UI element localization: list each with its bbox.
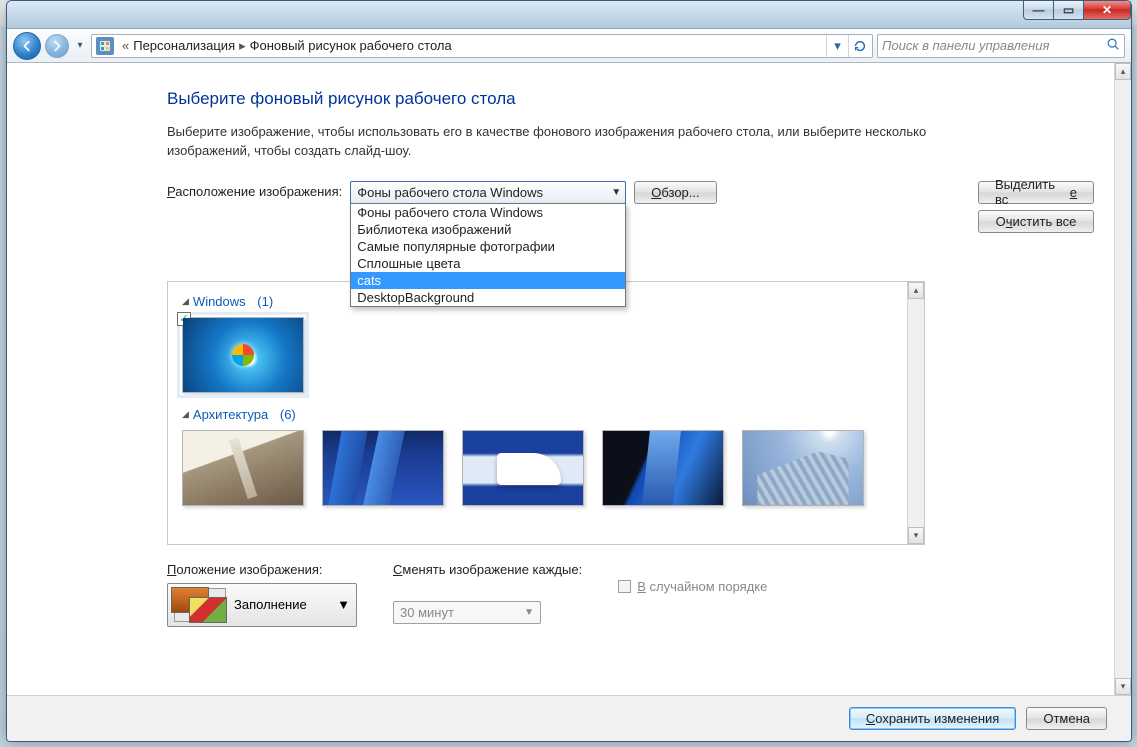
location-option[interactable]: Сплошные цвета <box>351 255 625 272</box>
location-option[interactable]: Фоны рабочего стола Windows <box>351 204 625 221</box>
scroll-down-button[interactable]: ▾ <box>908 527 924 544</box>
category-architecture[interactable]: ◢Архитектура (6) <box>182 407 893 422</box>
close-button[interactable]: ✕ <box>1083 0 1131 20</box>
wallpaper-image <box>743 431 863 505</box>
minimize-button[interactable]: — <box>1023 0 1053 20</box>
random-label: В случайном порядке <box>637 579 767 594</box>
wallpaper-thumb[interactable] <box>462 430 584 506</box>
navigation-bar: ▾ « Персонализация ▸ Фоновый рисунок раб… <box>7 29 1131 63</box>
forward-button[interactable] <box>45 34 69 58</box>
footer-bar: Сохранить изменения Отмена <box>7 695 1131 741</box>
maximize-button[interactable]: ▭ <box>1053 0 1083 20</box>
interval-label: Сменять изображение каждые: <box>393 559 582 577</box>
scroll-down-button[interactable]: ▾ <box>1115 678 1131 695</box>
wallpaper-image <box>323 431 443 505</box>
breadcrumb-sep-icon: « <box>122 38 129 53</box>
wallpaper-thumb[interactable] <box>182 430 304 506</box>
position-label: Положение изображения: <box>167 559 357 577</box>
location-label: Расположение изображения: <box>167 181 342 199</box>
chevron-down-icon: ▼ <box>611 187 621 198</box>
collapse-icon: ◢ <box>182 409 189 420</box>
page-description: Выберите изображение, чтобы использовать… <box>167 123 927 161</box>
search-placeholder: Поиск в панели управления <box>882 38 1049 53</box>
location-dropdown: Фоны рабочего стола Windows Библиотека и… <box>350 203 626 307</box>
chevron-down-icon: ▼ <box>337 597 350 612</box>
wallpaper-gallery: ◢Windows (1) ✓ ◢Архитектура (6) <box>167 281 925 545</box>
history-dropdown[interactable]: ▾ <box>73 36 87 56</box>
location-value: Фоны рабочего стола Windows <box>357 185 543 200</box>
random-order-option: В случайном порядке <box>618 559 767 594</box>
collapse-icon: ◢ <box>182 296 189 307</box>
wallpaper-image <box>183 318 303 392</box>
cancel-button[interactable]: Отмена <box>1026 707 1107 730</box>
titlebar: — ▭ ✕ <box>7 1 1131 29</box>
control-panel-icon <box>96 37 114 55</box>
position-value: Заполнение <box>234 597 329 612</box>
wallpaper-thumb[interactable] <box>322 430 444 506</box>
search-input[interactable]: Поиск в панели управления <box>877 34 1125 58</box>
clear-all-button[interactable]: Очистить все <box>978 210 1094 233</box>
address-dropdown-button[interactable]: ▾ <box>826 35 848 57</box>
wallpaper-thumb[interactable]: ✓ <box>182 317 304 393</box>
wallpaper-image <box>463 431 583 505</box>
wallpaper-image <box>603 431 723 505</box>
address-bar[interactable]: « Персонализация ▸ Фоновый рисунок рабоч… <box>91 34 873 58</box>
location-option[interactable]: Самые популярные фотографии <box>351 238 625 255</box>
scroll-up-button[interactable]: ▴ <box>1115 63 1131 80</box>
location-option[interactable]: DesktopBackground <box>351 289 625 306</box>
chevron-down-icon: ▼ <box>524 607 534 618</box>
wallpaper-thumb[interactable] <box>742 430 864 506</box>
control-panel-window: — ▭ ✕ ▾ « Персонализация ▸ Фоновый рисун… <box>6 0 1132 742</box>
refresh-button[interactable] <box>848 35 870 57</box>
search-icon <box>1106 37 1120 54</box>
scroll-up-button[interactable]: ▴ <box>908 282 924 299</box>
browse-button[interactable]: Обзор... <box>634 181 716 204</box>
breadcrumb-desktop-background[interactable]: Фоновый рисунок рабочего стола <box>250 38 452 53</box>
window-scrollbar[interactable]: ▴ ▾ <box>1114 63 1131 695</box>
position-combobox[interactable]: Заполнение ▼ <box>167 583 357 627</box>
wallpaper-thumb[interactable] <box>602 430 724 506</box>
random-checkbox[interactable] <box>618 580 631 593</box>
breadcrumb-sep-icon: ▸ <box>239 38 246 54</box>
breadcrumb-personalization[interactable]: Персонализация <box>133 38 235 53</box>
wallpaper-image <box>183 431 303 505</box>
content-area: Выберите фоновый рисунок рабочего стола … <box>7 63 1131 695</box>
save-button[interactable]: Сохранить изменения <box>849 707 1017 730</box>
location-option[interactable]: Библиотека изображений <box>351 221 625 238</box>
interval-combobox[interactable]: 30 минут ▼ <box>393 601 541 624</box>
page-title: Выберите фоновый рисунок рабочего стола <box>167 89 1094 109</box>
interval-value: 30 минут <box>400 605 454 620</box>
gallery-scrollbar[interactable]: ▴ ▾ <box>907 282 924 544</box>
select-all-button[interactable]: Выделить все <box>978 181 1094 204</box>
location-option[interactable]: cats <box>351 272 625 289</box>
back-button[interactable] <box>13 32 41 60</box>
position-preview-icon <box>174 588 226 622</box>
location-combobox[interactable]: Фоны рабочего стола Windows ▼ <box>350 181 626 204</box>
